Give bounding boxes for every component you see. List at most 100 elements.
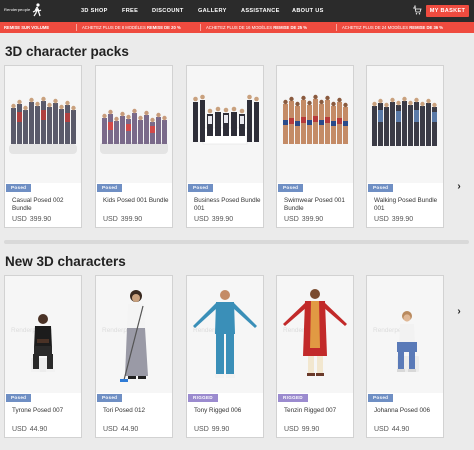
promo-tier-2-discount: REMISE DE 25 % [273, 25, 308, 30]
product-name[interactable]: Tyrone Posed 007 [12, 407, 82, 415]
product-name[interactable]: Tony Rigged 006 [194, 407, 264, 415]
promo-volume: REMISE SUR VOLUME [4, 25, 49, 30]
character-figure-image: Renderpeople [373, 311, 419, 372]
product-image[interactable]: Renderpeople [367, 276, 443, 393]
renderpeople-logo[interactable]: Renderpeople [4, 3, 42, 19]
logo-text: Renderpeople [4, 7, 31, 12]
promo-tier-1: ACHETEZ PLUS DE 8 MODÈLES REMISE DE 20 % [82, 25, 181, 30]
nav-about-us[interactable]: ABOUT US [292, 8, 324, 14]
character-figure-image: Renderpeople [11, 314, 55, 372]
product-price: USD 99.90 [194, 426, 232, 433]
price-value: 44.90 [29, 426, 48, 433]
nav-assistance[interactable]: ASSISTANCE [241, 8, 280, 14]
price-value: 44.90 [391, 426, 410, 433]
nav-gallery[interactable]: GALLERY [198, 8, 227, 14]
product-card[interactable]: Renderpeople RIGGED Tenzin Rigged 007 US… [276, 275, 354, 438]
currency-label: USD [103, 426, 118, 433]
currency-label: USD [12, 426, 27, 433]
product-name[interactable]: Tori Posed 012 [103, 407, 173, 415]
promo-bar: REMISE SUR VOLUME ACHETEZ PLUS DE 8 MODÈ… [0, 22, 474, 33]
product-card[interactable]: Posed Casual Posed 002 Bundle USD 399.90 [4, 65, 82, 228]
carousel-next-arrow-icon[interactable]: › [455, 306, 463, 318]
product-image[interactable]: Renderpeople [277, 276, 353, 393]
product-card[interactable]: Renderpeople Posed Johanna Posed 006 USD… [366, 275, 444, 438]
logo-figure-icon [32, 3, 42, 17]
product-card[interactable]: Renderpeople Posed Tyrone Posed 007 USD 4… [4, 275, 82, 438]
product-price: USD 399.90 [374, 216, 416, 223]
product-card[interactable]: Renderpeople Posed Tori Posed 012 USD 44.… [95, 275, 173, 438]
character-figure-image: Renderpeople [193, 290, 257, 378]
product-image[interactable] [187, 66, 263, 183]
character-figure-image: Renderpeople [102, 290, 148, 382]
product-price: USD 399.90 [194, 216, 236, 223]
product-price: USD 99.90 [284, 426, 322, 433]
badge-posed: Posed [6, 184, 32, 192]
badge-rigged: RIGGED [188, 394, 218, 402]
product-image[interactable] [367, 66, 443, 183]
section-title-characters: New 3D characters [5, 254, 126, 269]
currency-label: USD [284, 426, 299, 433]
price-value: 399.90 [120, 216, 143, 223]
promo-tier-3: ACHETEZ PLUS DE 24 MODÈLES REMISE DE 36 … [342, 25, 443, 30]
group-figures-image [9, 96, 77, 154]
currency-label: USD [194, 426, 209, 433]
promo-tier-2-text: ACHETEZ PLUS DE 16 MODÈLES [206, 25, 273, 30]
nav-free[interactable]: FREE [122, 8, 138, 14]
product-card[interactable]: Posed Business Posed Bundle 001 USD 399.9… [186, 65, 264, 228]
product-name[interactable]: Casual Posed 002 Bundle [12, 197, 82, 212]
product-image[interactable]: Renderpeople [5, 276, 81, 393]
product-image[interactable] [96, 66, 172, 183]
product-price: USD 44.90 [374, 426, 412, 433]
product-image[interactable] [277, 66, 353, 183]
product-image[interactable] [5, 66, 81, 183]
top-navigation: Renderpeople 3D SHOP FREE DISCOUNT GALLE… [0, 0, 474, 22]
carousel-next-arrow-icon[interactable]: › [455, 181, 463, 193]
section-divider [4, 240, 469, 244]
product-price: USD 44.90 [103, 426, 141, 433]
badge-rigged: RIGGED [278, 394, 308, 402]
badge-posed: Posed [188, 184, 214, 192]
currency-label: USD [103, 216, 118, 223]
badge-posed: Posed [368, 394, 394, 402]
product-name[interactable]: Walking Posed Bundle 001 [374, 197, 444, 212]
product-name[interactable]: Johanna Posed 006 [374, 407, 444, 415]
product-name[interactable]: Tenzin Rigged 007 [284, 407, 354, 415]
currency-label: USD [194, 216, 209, 223]
nav-3d-shop[interactable]: 3D SHOP [81, 8, 108, 14]
promo-divider [76, 24, 77, 31]
product-image[interactable]: Renderpeople [187, 276, 263, 393]
product-name[interactable]: Swimwear Posed 001 Bundle [284, 197, 354, 212]
nav-discount[interactable]: DISCOUNT [152, 8, 184, 14]
promo-divider [336, 24, 337, 31]
promo-divider [200, 24, 201, 31]
character-figure-image: Renderpeople [283, 289, 347, 376]
currency-label: USD [284, 216, 299, 223]
price-value: 399.90 [211, 216, 234, 223]
product-price: USD 399.90 [284, 216, 326, 223]
promo-tier-1-discount: REMISE DE 20 % [146, 25, 181, 30]
badge-posed: Posed [6, 394, 32, 402]
promo-tier-3-text: ACHETEZ PLUS DE 24 MODÈLES [342, 25, 409, 30]
product-card[interactable]: Renderpeople RIGGED Tony Rigged 006 USD 9… [186, 275, 264, 438]
price-value: 399.90 [301, 216, 324, 223]
price-value: 44.90 [120, 426, 139, 433]
promo-tier-2: ACHETEZ PLUS DE 16 MODÈLES REMISE DE 25 … [206, 25, 307, 30]
product-card[interactable]: Posed Kids Posed 001 Bundle USD 399.90 [95, 65, 173, 228]
product-image[interactable]: Renderpeople [96, 276, 172, 393]
promo-tier-1-text: ACHETEZ PLUS DE 8 MODÈLES [82, 25, 146, 30]
group-figures-image [193, 94, 259, 145]
badge-posed: Posed [97, 184, 123, 192]
currency-label: USD [374, 426, 389, 433]
badge-posed: Posed [97, 394, 123, 402]
my-basket-button[interactable]: MY BASKET [426, 5, 469, 17]
product-card[interactable]: Posed Swimwear Posed 001 Bundle USD 399.9… [276, 65, 354, 228]
price-value: 99.90 [211, 426, 230, 433]
badge-posed: Posed [368, 184, 394, 192]
product-name[interactable]: Kids Posed 001 Bundle [103, 197, 173, 205]
promo-volume-label: REMISE SUR VOLUME [4, 25, 50, 30]
product-card[interactable]: Posed Walking Posed Bundle 001 USD 399.90 [366, 65, 444, 228]
product-name[interactable]: Business Posed Bundle 001 [194, 197, 264, 212]
price-value: 399.90 [391, 216, 414, 223]
price-value: 99.90 [301, 426, 320, 433]
currency-label: USD [12, 216, 27, 223]
